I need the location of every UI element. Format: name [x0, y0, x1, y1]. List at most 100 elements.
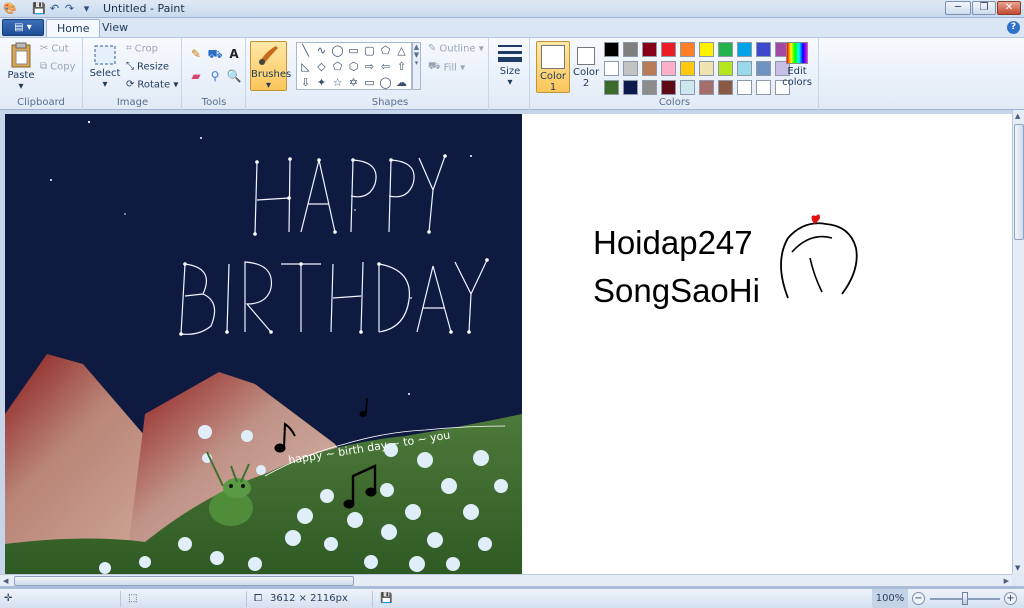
palette-swatch[interactable] — [642, 42, 657, 57]
eraser-icon[interactable]: ▰ — [187, 68, 205, 85]
cut-label: Cut — [51, 43, 69, 55]
diamond-shape-icon[interactable]: ◇ — [314, 60, 329, 74]
palette-swatch[interactable] — [680, 42, 695, 57]
close-button[interactable]: ✕ — [997, 1, 1021, 15]
palette-swatch[interactable] — [642, 80, 657, 95]
horizontal-scroll-thumb[interactable] — [14, 576, 354, 586]
restore-button[interactable]: ❐ — [972, 1, 996, 15]
palette-swatch[interactable] — [699, 61, 714, 76]
help-icon[interactable]: ? — [1007, 21, 1020, 34]
scroll-left-arrow[interactable]: ◀ — [3, 577, 8, 585]
down-arrow-shape-icon[interactable]: ⇩ — [298, 76, 313, 90]
color1-button[interactable]: Color 1 — [536, 41, 570, 93]
undo-icon[interactable]: ↶ — [48, 2, 61, 15]
scroll-right-arrow[interactable]: ▶ — [1004, 577, 1009, 585]
palette-swatch[interactable] — [623, 80, 638, 95]
customize-quick-access-icon[interactable]: ▾ — [80, 2, 93, 15]
copy-button[interactable]: ⧉ Copy — [40, 61, 76, 73]
rectangle-shape-icon[interactable]: ▭ — [346, 44, 361, 58]
palette-swatch[interactable] — [699, 80, 714, 95]
edit-colors-button[interactable]: Edit colors — [780, 42, 814, 88]
five-point-star-shape-icon[interactable]: ☆ — [330, 76, 345, 90]
zoom-out-button[interactable]: − — [912, 592, 925, 605]
image-dimensions: 3612 × 2116px — [270, 593, 348, 604]
rounded-callout-shape-icon[interactable]: ▭ — [362, 76, 377, 90]
palette-swatch[interactable] — [604, 80, 619, 95]
palette-swatch[interactable] — [642, 61, 657, 76]
paint-app-icon[interactable]: 🎨 — [3, 2, 17, 15]
pencil-icon[interactable]: ✎ — [187, 46, 205, 63]
save-icon[interactable]: 💾 — [32, 2, 46, 15]
redo-icon[interactable]: ↷ — [63, 2, 76, 15]
minimize-button[interactable]: ─ — [945, 1, 971, 15]
vertical-scroll-thumb[interactable] — [1014, 124, 1024, 240]
text-tool-icon[interactable]: A — [225, 46, 243, 63]
triangle-shape-icon[interactable]: △ — [394, 44, 409, 58]
palette-swatch[interactable] — [604, 42, 619, 57]
color2-button[interactable]: Color 2 — [573, 41, 599, 93]
fill-button[interactable]: ⛟ Fill ▾ — [428, 61, 465, 74]
cut-button[interactable]: ✂ Cut — [40, 43, 69, 55]
cloud-callout-shape-icon[interactable]: ☁ — [394, 76, 409, 90]
right-triangle-shape-icon[interactable]: ◺ — [298, 60, 313, 74]
palette-swatch[interactable] — [756, 42, 771, 57]
palette-swatch[interactable] — [661, 80, 676, 95]
fill-bucket-icon[interactable]: ⛟ — [206, 46, 224, 63]
polygon-shape-icon[interactable]: ⬠ — [378, 44, 393, 58]
fill-label: Fill — [443, 62, 457, 74]
left-arrow-shape-icon[interactable]: ⇦ — [378, 60, 393, 74]
curve-shape-icon[interactable]: ∿ — [314, 44, 329, 58]
palette-swatch[interactable] — [661, 42, 676, 57]
palette-swatch[interactable] — [661, 61, 676, 76]
palette-swatch[interactable] — [718, 61, 733, 76]
tab-view[interactable]: View — [92, 19, 138, 37]
palette-swatch[interactable] — [680, 61, 695, 76]
palette-swatch[interactable] — [623, 61, 638, 76]
rotate-label: Rotate — [137, 79, 171, 91]
hexagon-shape-icon[interactable]: ⬡ — [346, 60, 361, 74]
palette-swatch[interactable] — [737, 61, 752, 76]
four-point-star-shape-icon[interactable]: ✦ — [314, 76, 329, 90]
right-arrow-shape-icon[interactable]: ⇨ — [362, 60, 377, 74]
vertical-scrollbar[interactable]: ▲ ▼ — [1012, 110, 1024, 574]
drawing-canvas[interactable]: happy ~ birth day ~ to ~ you HAPPY BIRTHD… — [5, 114, 1012, 574]
palette-swatch[interactable] — [718, 42, 733, 57]
palette-swatch[interactable] — [737, 42, 752, 57]
brushes-button[interactable]: Brushes ▾ — [250, 41, 291, 91]
rotate-button[interactable]: ⟳ Rotate ▾ — [126, 79, 178, 91]
scroll-up-arrow[interactable]: ▲ — [1015, 112, 1020, 120]
paste-button[interactable]: Paste ▾ — [6, 42, 36, 92]
resize-icon: ⤡ — [126, 61, 134, 72]
outline-button[interactable]: ✎ Outline ▾ — [428, 43, 484, 55]
size-label: Size — [499, 66, 521, 77]
palette-swatch[interactable] — [737, 80, 752, 95]
zoom-in-button[interactable]: + — [1004, 592, 1017, 605]
shapes-gallery-scroll[interactable]: ▲ ▼ ▾ — [412, 42, 421, 90]
color-picker-icon[interactable]: ⚲ — [206, 68, 224, 85]
horizontal-scrollbar[interactable]: ◀ ▶ — [0, 574, 1012, 586]
size-button[interactable]: Size ▾ — [494, 42, 526, 88]
palette-swatch[interactable] — [699, 42, 714, 57]
oval-callout-shape-icon[interactable]: ◯ — [378, 76, 393, 90]
up-arrow-shape-icon[interactable]: ⇧ — [394, 60, 409, 74]
palette-swatch[interactable] — [756, 80, 771, 95]
select-button[interactable]: Select ▾ — [88, 44, 122, 90]
paint-menu-button[interactable]: ▤ ▾ — [2, 19, 44, 36]
palette-swatch[interactable] — [756, 61, 771, 76]
line-shape-icon[interactable]: ╲ — [298, 44, 313, 58]
color2-label: Color — [573, 67, 600, 78]
paste-icon — [11, 42, 31, 68]
pentagon-shape-icon[interactable]: ⬠ — [330, 60, 345, 74]
magnifier-icon[interactable]: 🔍 — [225, 68, 243, 85]
resize-button[interactable]: ⤡ Resize — [126, 61, 169, 73]
palette-swatch[interactable] — [680, 80, 695, 95]
crop-button[interactable]: ⌗ Crop — [126, 43, 158, 55]
palette-swatch[interactable] — [604, 61, 619, 76]
palette-swatch[interactable] — [623, 42, 638, 57]
rounded-rectangle-shape-icon[interactable]: ▢ — [362, 44, 377, 58]
palette-swatch[interactable] — [718, 80, 733, 95]
oval-shape-icon[interactable]: ◯ — [330, 44, 345, 58]
scroll-down-arrow[interactable]: ▼ — [1015, 564, 1020, 572]
six-point-star-shape-icon[interactable]: ✡ — [346, 76, 361, 90]
zoom-slider-thumb[interactable] — [962, 592, 968, 605]
